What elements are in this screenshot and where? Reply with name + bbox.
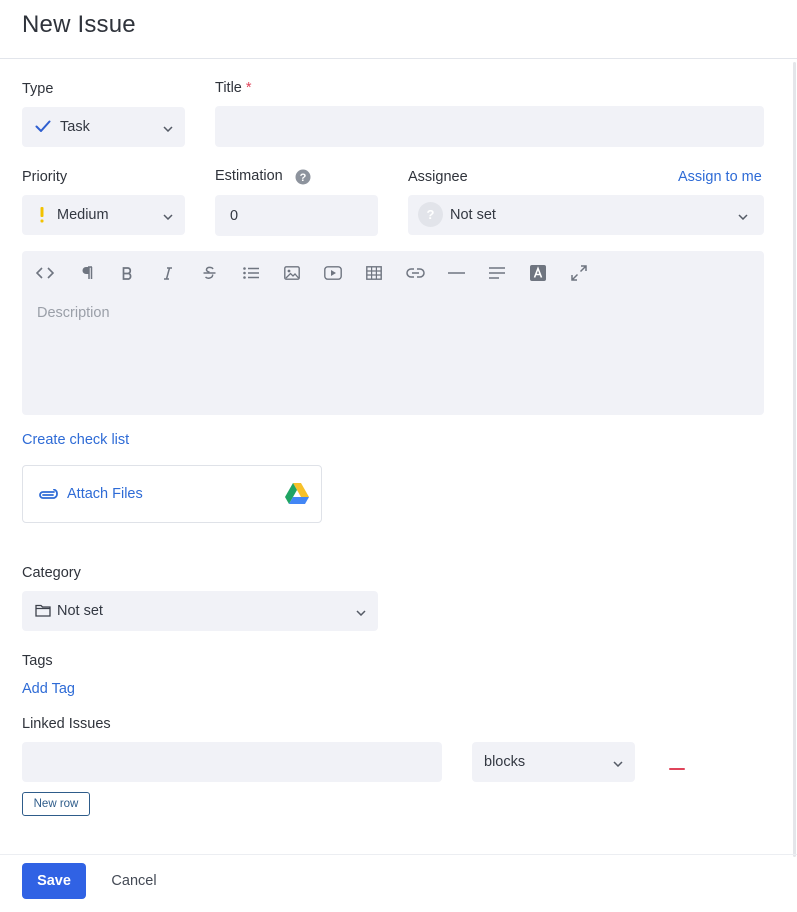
italic-icon[interactable] [158, 263, 178, 283]
dialog-header: New Issue [0, 0, 797, 59]
page-title: New Issue [22, 11, 136, 38]
priority-label: Priority [22, 169, 68, 185]
chevron-down-icon [613, 754, 623, 770]
bullet-list-icon[interactable] [241, 263, 261, 283]
svg-text:?: ? [300, 172, 307, 184]
linked-issue-input[interactable] [22, 742, 442, 782]
table-icon[interactable] [364, 263, 384, 283]
scrollbar[interactable] [793, 62, 796, 857]
category-label: Category [22, 565, 81, 581]
chevron-down-icon [738, 207, 748, 223]
description-placeholder: Description [37, 305, 110, 321]
remove-row-icon[interactable] [669, 758, 685, 774]
type-select[interactable]: Task [22, 107, 185, 147]
estimation-input[interactable]: 0 [215, 195, 378, 236]
tags-label: Tags [22, 653, 53, 669]
chevron-down-icon [163, 119, 173, 135]
exclamation-icon [40, 207, 44, 226]
folder-icon [35, 604, 51, 620]
assignee-select[interactable]: ? Not set [408, 195, 764, 235]
paragraph-icon[interactable] [77, 263, 97, 283]
assign-to-me-link[interactable]: Assign to me [678, 169, 762, 185]
question-icon[interactable]: ? [295, 169, 311, 188]
relation-value: blocks [484, 754, 526, 770]
category-value: Not set [57, 603, 103, 619]
align-left-icon[interactable] [487, 263, 507, 283]
linked-issues-label: Linked Issues [22, 716, 111, 732]
type-value: Task [60, 119, 90, 135]
title-label: Title * [215, 80, 252, 96]
add-tag-link[interactable]: Add Tag [22, 681, 75, 697]
link-icon[interactable] [405, 263, 425, 283]
save-button[interactable]: Save [22, 863, 86, 899]
title-input[interactable] [215, 106, 764, 147]
title-label-text: Title [215, 80, 242, 96]
footer-divider [0, 854, 797, 855]
bold-icon[interactable] [117, 263, 137, 283]
strikethrough-icon[interactable] [199, 263, 219, 283]
horizontal-rule-icon[interactable] [446, 263, 466, 283]
estimation-value: 0 [230, 207, 239, 224]
code-icon[interactable] [35, 263, 55, 283]
text-color-icon[interactable] [528, 263, 548, 283]
paperclip-icon [37, 488, 59, 504]
estimation-label: Estimation [215, 168, 283, 184]
priority-value: Medium [57, 207, 109, 223]
relation-select[interactable]: blocks [472, 742, 635, 782]
fullscreen-icon[interactable] [569, 263, 589, 283]
create-checklist-link[interactable]: Create check list [22, 432, 129, 448]
attach-files-label: Attach Files [67, 486, 143, 502]
google-drive-icon[interactable] [285, 483, 309, 507]
priority-select[interactable]: Medium [22, 195, 185, 235]
video-icon[interactable] [323, 263, 343, 283]
chevron-down-icon [163, 207, 173, 223]
avatar: ? [418, 202, 443, 227]
chevron-down-icon [356, 603, 366, 619]
cancel-button[interactable]: Cancel [99, 863, 169, 899]
type-label: Type [22, 81, 54, 97]
new-row-button[interactable]: New row [22, 792, 90, 816]
description-editor[interactable]: Description [22, 251, 764, 415]
category-select[interactable]: Not set [22, 591, 378, 631]
assignee-value: Not set [450, 207, 496, 223]
required-mark: * [245, 80, 252, 96]
attach-files-box[interactable]: Attach Files [22, 465, 322, 523]
check-icon [35, 119, 51, 136]
assignee-label: Assignee [408, 169, 468, 185]
image-icon[interactable] [282, 263, 302, 283]
